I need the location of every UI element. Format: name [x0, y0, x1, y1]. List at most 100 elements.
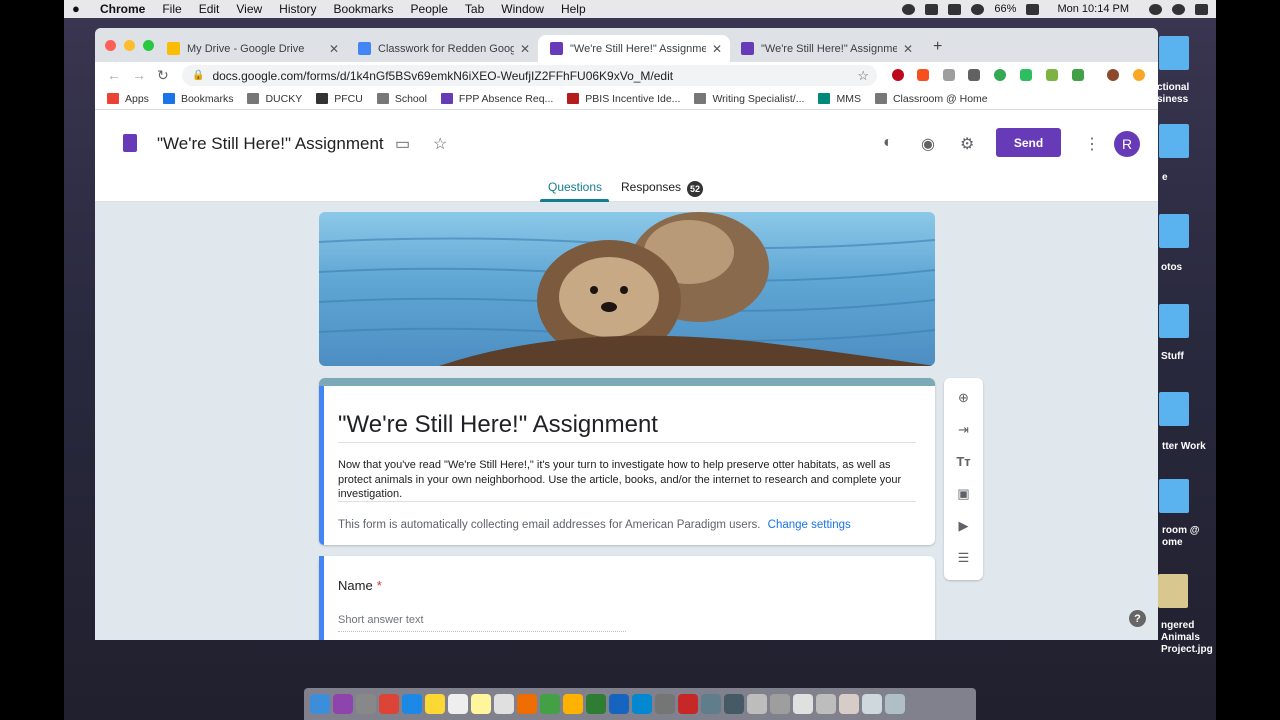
forward-icon[interactable]: → [132, 67, 146, 83]
siri-icon[interactable] [1172, 3, 1185, 15]
spotlight-icon[interactable] [1149, 3, 1162, 15]
menu-edit[interactable]: Edit [199, 2, 220, 16]
question-label[interactable]: Name * [338, 578, 382, 593]
acrobat-icon[interactable] [678, 694, 698, 714]
palette-icon[interactable]: ◐ [883, 134, 893, 152]
responses-count-badge[interactable]: 52 [687, 181, 703, 197]
add-title-icon[interactable]: Tт [955, 453, 972, 470]
battery-icon[interactable] [1026, 3, 1040, 15]
bookmark-classroom[interactable]: Classroom @ Home [874, 93, 988, 105]
reminders-icon[interactable] [494, 694, 514, 714]
address-bar[interactable]: 🔒 docs.google.com/forms/d/1k4nGf5BSv69em… [182, 65, 877, 86]
add-image-icon[interactable]: ▣ [955, 485, 972, 502]
menu-bookmarks[interactable]: Bookmarks [334, 2, 394, 16]
photos-icon[interactable] [517, 694, 537, 714]
tab-google-drive[interactable]: My Drive - Google Drive ✕ [155, 35, 347, 62]
pages-icon[interactable] [563, 694, 583, 714]
bookmark-fpp[interactable]: FPP Absence Req... [440, 93, 553, 105]
change-settings-link[interactable]: Change settings [768, 519, 851, 531]
numbers-icon[interactable] [586, 694, 606, 714]
menu-tab[interactable]: Tab [465, 2, 484, 16]
chrome-icon[interactable] [379, 694, 399, 714]
close-tab-icon[interactable]: ✕ [329, 42, 339, 56]
finder-icon[interactable] [310, 694, 330, 714]
calendar-icon[interactable] [448, 694, 468, 714]
extension-icon[interactable] [994, 69, 1006, 81]
menu-file[interactable]: File [162, 2, 181, 16]
more-options-icon[interactable]: ⋮ [1084, 134, 1100, 154]
bookmark-star-icon[interactable]: ☆ [857, 68, 869, 84]
add-video-icon[interactable]: ▶ [955, 517, 972, 534]
tab-forms-second[interactable]: "We're Still Here!" Assignment ✕ [729, 35, 921, 62]
record-icon[interactable] [902, 3, 916, 15]
siri-icon[interactable] [333, 694, 353, 714]
keynote-icon[interactable] [609, 694, 629, 714]
launchpad-icon[interactable] [356, 694, 376, 714]
stickies-icon[interactable] [471, 694, 491, 714]
clock[interactable]: Mon 10:14 PM [1057, 3, 1129, 15]
tab-responses[interactable]: Responses [621, 180, 681, 194]
menu-help[interactable]: Help [561, 2, 586, 16]
pinterest-icon[interactable] [892, 69, 904, 81]
bookmark-bookmarks[interactable]: Bookmarks [162, 93, 233, 105]
menu-app-name[interactable]: Chrome [100, 2, 145, 16]
form-description[interactable]: Now that you've read "We're Still Here!,… [338, 458, 918, 502]
desktop-folder-icon[interactable] [1159, 36, 1189, 70]
extension-icon[interactable] [1133, 69, 1145, 81]
tab-questions[interactable]: Questions [548, 180, 602, 194]
desktop-folder-icon[interactable] [1159, 479, 1189, 513]
star-icon[interactable]: ☆ [433, 134, 447, 154]
app-store-icon[interactable] [632, 694, 652, 714]
document-icon[interactable] [862, 694, 882, 714]
document-icon[interactable] [816, 694, 836, 714]
desktop-folder-icon[interactable] [1159, 304, 1189, 338]
document-icon[interactable] [839, 694, 859, 714]
profile-icon[interactable] [1107, 69, 1119, 81]
card-title[interactable]: "We're Still Here!" Assignment [338, 411, 658, 439]
trash-icon[interactable] [885, 694, 905, 714]
bookmark-apps[interactable]: Apps [107, 93, 149, 105]
bookmark-pfcu[interactable]: PFCU [316, 93, 363, 105]
notification-center-icon[interactable] [1195, 3, 1208, 15]
wifi-icon[interactable] [971, 3, 985, 15]
close-tab-icon[interactable]: ✕ [903, 42, 913, 56]
add-section-icon[interactable]: ☰ [955, 549, 972, 566]
document-icon[interactable] [793, 694, 813, 714]
close-tab-icon[interactable]: ✕ [712, 42, 722, 56]
forms-logo-icon[interactable] [123, 134, 137, 152]
bookmark-pbis[interactable]: PBIS Incentive Ide... [567, 93, 680, 105]
notes-icon[interactable] [425, 694, 445, 714]
zoom-window-icon[interactable] [143, 40, 154, 51]
document-icon[interactable] [770, 694, 790, 714]
folder-icon[interactable]: ▭ [395, 134, 410, 154]
bookmark-school[interactable]: School [376, 93, 427, 105]
back-icon[interactable]: ← [107, 67, 121, 83]
preview-eye-icon[interactable]: ◉ [921, 134, 935, 154]
bookmark-mms[interactable]: MMS [818, 93, 861, 105]
extension-icon[interactable] [917, 69, 929, 81]
add-question-icon[interactable]: ⊕ [955, 389, 972, 406]
desktop-image-icon[interactable] [1158, 574, 1188, 608]
menu-view[interactable]: View [236, 2, 262, 16]
reload-icon[interactable]: ↻ [157, 67, 169, 84]
messages-icon[interactable] [540, 694, 560, 714]
system-preferences-icon[interactable] [655, 694, 675, 714]
send-button[interactable]: Send [996, 128, 1061, 157]
extension-icon[interactable] [968, 69, 980, 81]
quicktime-icon[interactable] [724, 694, 744, 714]
desktop-folder-icon[interactable] [1159, 392, 1189, 426]
menu-people[interactable]: People [411, 2, 448, 16]
import-questions-icon[interactable]: ⇥ [955, 421, 972, 438]
extension-icon[interactable] [1072, 69, 1084, 81]
settings-gear-icon[interactable]: ⚙ [960, 134, 974, 154]
share-icon[interactable] [948, 3, 962, 15]
desktop-folder-icon[interactable] [1159, 214, 1189, 248]
menu-history[interactable]: History [279, 2, 316, 16]
minimize-window-icon[interactable] [124, 40, 135, 51]
dropbox-icon[interactable] [925, 3, 939, 15]
safari-icon[interactable] [402, 694, 422, 714]
document-icon[interactable] [747, 694, 767, 714]
extension-icon[interactable] [1046, 69, 1058, 81]
evernote-icon[interactable] [1020, 69, 1032, 81]
desktop-folder-icon[interactable] [1159, 124, 1189, 158]
